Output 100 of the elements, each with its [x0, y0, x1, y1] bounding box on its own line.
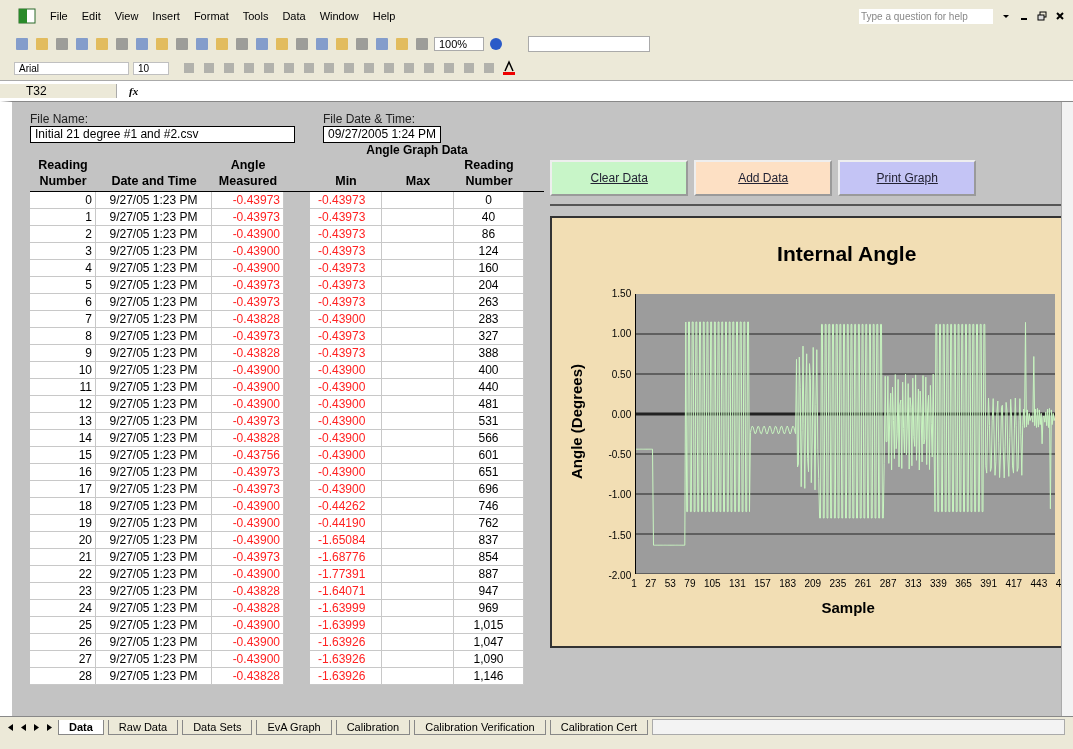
sheet-tab[interactable]: Data: [58, 719, 104, 735]
help-icon[interactable]: [488, 36, 505, 52]
column-header: Angle Measured: [217, 157, 279, 189]
table-cell: 283: [454, 311, 524, 328]
table-cell: -0.43973: [310, 260, 382, 277]
horizontal-scrollbar[interactable]: [652, 719, 1065, 735]
table-cell: 9/27/05 1:23 PM: [96, 328, 212, 345]
menu-item[interactable]: Data: [282, 8, 306, 24]
table-cell: 9/27/05 1:23 PM: [96, 515, 212, 532]
table-cell: 6: [30, 294, 96, 311]
menu-item[interactable]: Window: [319, 8, 359, 24]
table-cell: 15: [30, 447, 96, 464]
table-cell: 19: [30, 515, 96, 532]
table-cell: 160: [454, 260, 524, 277]
table-cell: 601: [454, 447, 524, 464]
menu-item[interactable]: Edit: [81, 8, 101, 24]
table-cell: 9/27/05 1:23 PM: [96, 192, 212, 209]
action-button[interactable]: Add Data: [694, 160, 833, 196]
empty-cell: [382, 498, 454, 515]
menu-item[interactable]: Help: [372, 8, 396, 24]
sheet-tab[interactable]: Calibration: [335, 719, 411, 735]
name-box[interactable]: T32: [0, 84, 117, 98]
table-cell: 40: [454, 209, 524, 226]
table-cell: -0.43973: [310, 294, 382, 311]
table-cell: -1.65084: [310, 532, 382, 549]
font-size-dropdown[interactable]: 10: [133, 61, 169, 75]
sheet-tab[interactable]: Calibration Verification: [414, 719, 546, 735]
table-cell: 26: [30, 634, 96, 651]
table-cell: 9/27/05 1:23 PM: [96, 243, 212, 260]
menu-item[interactable]: File: [50, 8, 68, 24]
table-cell: -0.43973: [310, 192, 382, 209]
table-cell: 947: [454, 583, 524, 600]
x-tick-label: 1: [631, 578, 637, 589]
table-cell: 746: [454, 498, 524, 515]
table-cell: 11: [30, 379, 96, 396]
y-axis-title: Angle (Degrees): [568, 364, 586, 480]
table-cell: 28: [30, 668, 96, 685]
menu-item[interactable]: View: [114, 8, 139, 24]
table-cell: 14: [30, 430, 96, 447]
zoom-dropdown[interactable]: 100%: [434, 37, 485, 51]
column-header: Reading Number: [37, 157, 89, 189]
empty-cell: [382, 617, 454, 634]
dropdown-field[interactable]: [528, 36, 651, 52]
table-cell: 651: [454, 464, 524, 481]
restore-icon[interactable]: [1037, 11, 1047, 21]
menu-item[interactable]: Insert: [152, 8, 180, 24]
table-cell: 9/27/05 1:23 PM: [96, 209, 212, 226]
menu-item[interactable]: Format: [193, 8, 229, 24]
sheet-tab[interactable]: Data Sets: [182, 719, 253, 735]
table-cell: 969: [454, 600, 524, 617]
table-cell: -0.43828: [212, 583, 284, 600]
x-tick-label: 157: [754, 578, 771, 589]
y-tick-label: 1.00: [610, 327, 632, 342]
table-cell: 24: [30, 600, 96, 617]
vertical-scrollbar[interactable]: [1061, 102, 1073, 716]
empty-cell: [382, 209, 454, 226]
table-cell: -1.64071: [310, 583, 382, 600]
font-dropdown[interactable]: Arial: [14, 61, 129, 75]
x-tick-label: 53: [664, 578, 676, 589]
table-cell: 9/27/05 1:23 PM: [96, 549, 212, 566]
sheet-tab[interactable]: Calibration Cert: [549, 719, 649, 735]
empty-cell: [382, 651, 454, 668]
x-tick-label: 417: [1005, 578, 1023, 589]
table-cell: -0.43900: [212, 651, 284, 668]
help-search-field[interactable]: Type a question for help: [859, 8, 993, 24]
action-button[interactable]: Print Graph: [838, 160, 977, 196]
empty-cell: [382, 481, 454, 498]
table-cell: 18: [30, 498, 96, 515]
table-cell: 7: [30, 311, 96, 328]
table-cell: 9/27/05 1:23 PM: [96, 396, 212, 413]
table-cell: 0: [454, 192, 524, 209]
action-button[interactable]: Clear Data: [550, 160, 689, 196]
table-cell: 9/27/05 1:23 PM: [96, 464, 212, 481]
table-cell: 887: [454, 566, 524, 583]
table-cell: 21: [30, 549, 96, 566]
table-cell: 4: [30, 260, 96, 277]
table-cell: 12: [30, 396, 96, 413]
spreadsheet-app-icon[interactable]: [18, 8, 36, 24]
function-label[interactable]: fx: [117, 85, 151, 97]
table-cell: 854: [454, 549, 524, 566]
menu-item[interactable]: Tools: [242, 8, 269, 24]
table-cell: -0.43900: [310, 481, 382, 498]
table-cell: -0.43900: [310, 311, 382, 328]
table-cell: -0.43828: [212, 345, 284, 362]
table-cell: 9/27/05 1:23 PM: [96, 379, 212, 396]
x-tick-label: 391: [980, 578, 997, 589]
table-cell: 9/27/05 1:23 PM: [96, 311, 212, 328]
empty-cell: [382, 634, 454, 651]
table-cell: 327: [454, 328, 524, 345]
table-cell: -0.43900: [310, 447, 382, 464]
sheet-tab[interactable]: Raw Data: [107, 719, 179, 735]
table-cell: -0.43900: [310, 430, 382, 447]
empty-cell: [382, 311, 454, 328]
table-cell: 9/27/05 1:23 PM: [96, 583, 212, 600]
table-cell: -0.43973: [310, 345, 382, 362]
x-axis-title: Sample: [821, 599, 875, 616]
sheet-tab[interactable]: EvA Graph: [256, 719, 332, 735]
close-icon[interactable]: [1055, 11, 1065, 21]
table-cell: -1.63999: [310, 600, 382, 617]
table-cell: -0.43973: [310, 226, 382, 243]
